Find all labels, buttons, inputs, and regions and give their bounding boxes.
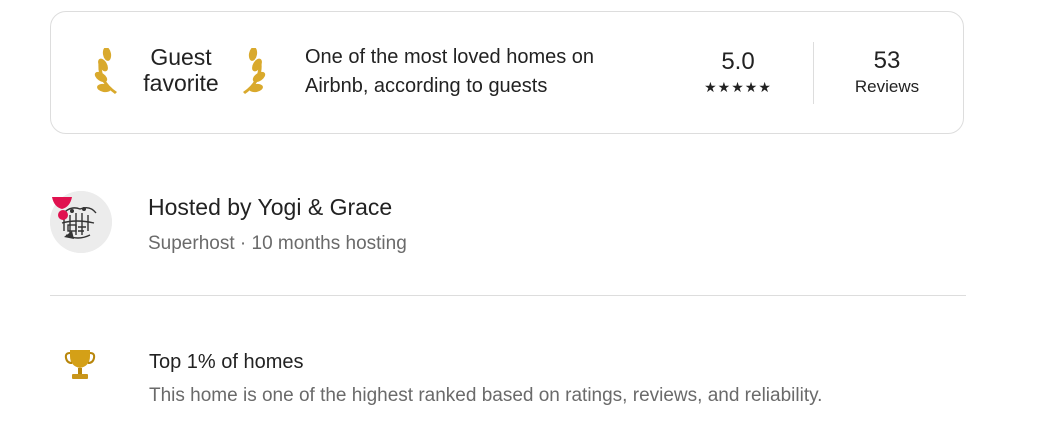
- trophy-icon: [64, 350, 96, 379]
- highlight-top-homes: Top 1% of homes This home is one of the …: [50, 342, 966, 412]
- rating-reviews-divider: [813, 42, 814, 104]
- host-avatar[interactable]: [50, 191, 112, 253]
- rating-stars-icon: ★★★★★: [704, 79, 772, 95]
- guest-favorite-description-line2: Airbnb, according to guests: [305, 75, 548, 97]
- guest-favorite-description: One of the most loved homes on Airbnb, a…: [305, 43, 665, 101]
- host-section[interactable]: Hosted by Yogi & Grace Superhost · 10 mo…: [50, 190, 966, 260]
- guest-favorite-label: Guest favorite: [123, 44, 239, 96]
- reviews-summary[interactable]: 53 Reviews: [827, 47, 947, 98]
- guest-favorite-label-line1: Guest: [150, 44, 212, 70]
- listing-summary-page: Guest favorite One of the most loved hom…: [0, 0, 1040, 436]
- highlight-title: Top 1% of homes: [149, 351, 304, 373]
- highlight-description: This home is one of the highest ranked b…: [149, 385, 823, 406]
- guest-favorite-label-line2: favorite: [143, 70, 219, 96]
- section-divider: [50, 295, 966, 296]
- laurel-right-icon: [243, 48, 266, 94]
- rating-value: 5.0: [721, 48, 755, 75]
- reviews-count: 53: [873, 47, 901, 74]
- guest-favorite-card[interactable]: Guest favorite One of the most loved hom…: [50, 11, 964, 134]
- reviews-label: Reviews: [854, 77, 920, 96]
- guest-favorite-badge: Guest favorite: [93, 38, 273, 108]
- superhost-badge-icon: [52, 197, 72, 220]
- rating-summary: 5.0 ★★★★★: [691, 48, 785, 96]
- host-meta: Superhost · 10 months hosting: [148, 233, 407, 254]
- laurel-left-icon: [94, 48, 117, 94]
- host-name: Hosted by Yogi & Grace: [148, 194, 393, 220]
- guest-favorite-description-line1: One of the most loved homes on: [305, 46, 595, 68]
